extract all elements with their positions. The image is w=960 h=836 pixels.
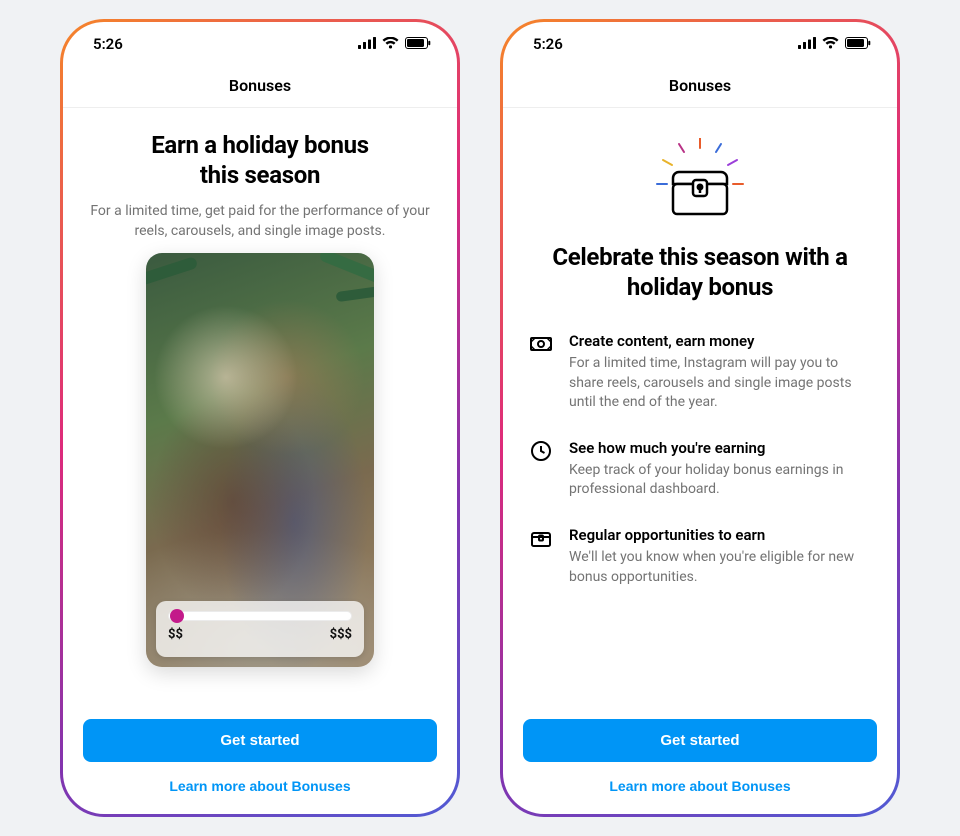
nav-title: Bonuses xyxy=(63,66,457,108)
cellular-icon xyxy=(798,35,816,53)
page-subtitle: For a limited time, get paid for the per… xyxy=(90,202,430,241)
wifi-icon xyxy=(382,35,399,53)
battery-icon xyxy=(845,35,871,53)
phone-frame-left: 5:26 Bonuses Earn a holiday bonus this s… xyxy=(60,19,460,817)
battery-icon xyxy=(405,35,431,53)
feature-create-content: Create content, earn money For a limited… xyxy=(529,332,871,413)
status-icons xyxy=(358,35,431,53)
status-bar: 5:26 xyxy=(503,22,897,66)
cellular-icon xyxy=(358,35,376,53)
title-line-2: holiday bonus xyxy=(627,273,773,301)
status-bar: 5:26 xyxy=(63,22,457,66)
slider-max-label: $$$ xyxy=(330,627,352,642)
phone-frame-right: 5:26 Bonuses xyxy=(500,19,900,817)
get-started-button[interactable]: Get started xyxy=(523,719,877,762)
money-icon xyxy=(529,332,553,356)
phone-screen-left: 5:26 Bonuses Earn a holiday bonus this s… xyxy=(63,22,457,814)
status-time: 5:26 xyxy=(93,35,123,53)
phone-screen-right: 5:26 Bonuses xyxy=(503,22,897,814)
treasure-chest-icon xyxy=(645,138,755,224)
slider-thumb[interactable] xyxy=(170,609,184,623)
page-title: Earn a holiday bonus this season xyxy=(151,130,369,190)
title-line-1: Earn a holiday bonus xyxy=(151,131,369,159)
feature-title: See how much you're earning xyxy=(569,439,871,457)
clock-icon xyxy=(529,439,553,463)
page-title: Celebrate this season with a holiday bon… xyxy=(552,242,847,302)
feature-track-earnings: See how much you're earning Keep track o… xyxy=(529,439,871,500)
learn-more-link[interactable]: Learn more about Bonuses xyxy=(523,778,877,794)
feature-desc: We'll let you know when you're eligible … xyxy=(569,548,871,587)
feature-title: Regular opportunities to earn xyxy=(569,526,871,544)
feature-desc: For a limited time, Instagram will pay y… xyxy=(569,354,871,413)
status-time: 5:26 xyxy=(533,35,563,53)
feature-title: Create content, earn money xyxy=(569,332,871,350)
learn-more-link[interactable]: Learn more about Bonuses xyxy=(83,778,437,794)
earnings-slider[interactable] xyxy=(168,611,352,621)
title-line-1: Celebrate this season with a xyxy=(552,243,847,271)
chest-small-icon xyxy=(529,526,553,550)
hero-image-card: $$ $$$ xyxy=(146,253,374,667)
earnings-slider-overlay: $$ $$$ xyxy=(156,601,364,657)
slider-labels: $$ $$$ xyxy=(168,627,352,642)
wifi-icon xyxy=(822,35,839,53)
title-line-2: this season xyxy=(200,161,320,189)
feature-list: Create content, earn money For a limited… xyxy=(523,332,877,613)
feature-opportunities: Regular opportunities to earn We'll let … xyxy=(529,526,871,587)
nav-title: Bonuses xyxy=(503,66,897,108)
feature-desc: Keep track of your holiday bonus earning… xyxy=(569,461,871,500)
slider-min-label: $$ xyxy=(168,627,183,642)
get-started-button[interactable]: Get started xyxy=(83,719,437,762)
status-icons xyxy=(798,35,871,53)
